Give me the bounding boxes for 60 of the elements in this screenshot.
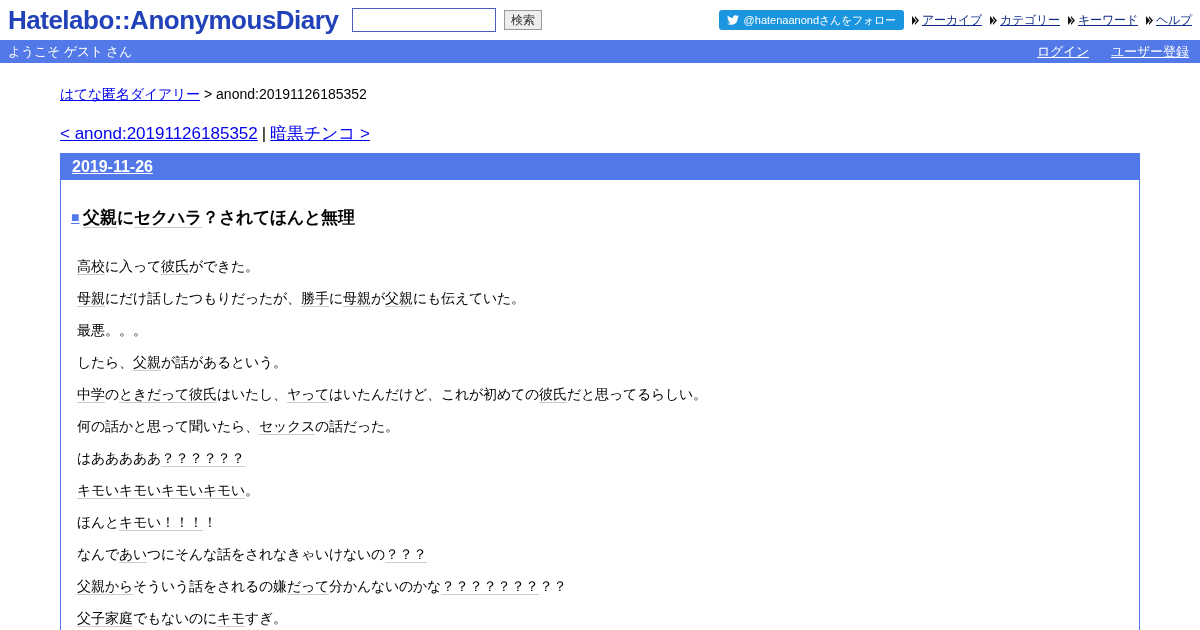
keyword-link[interactable]: 父親 — [385, 290, 413, 307]
keyword-link[interactable]: キモいキモいキモいキモい — [77, 482, 245, 499]
keyword-link[interactable]: 母親 — [77, 290, 105, 307]
arrow-icon — [1146, 15, 1153, 25]
diary-paragraph: はあああああ？？？？？？ — [77, 449, 246, 468]
keyword-link[interactable]: 彼氏 — [161, 258, 189, 275]
diary-paragraph: ほんと キモい！！！！ — [77, 513, 218, 532]
arrow-icon — [1068, 15, 1075, 25]
keyword-link[interactable]: 高校 — [77, 258, 105, 275]
nav-link[interactable]: ヘルプ — [1156, 11, 1192, 29]
date-link[interactable]: 2019-11-26 — [72, 154, 153, 179]
keyword-link[interactable]: キモい！！！ — [119, 514, 203, 531]
user-link[interactable]: ログイン — [1037, 41, 1089, 62]
arrow-icon — [912, 15, 919, 25]
diary-paragraph: 父親から そういう話をされるの嫌だって分かんないのかな？？？？？？？？？ — [77, 577, 568, 596]
site-logo[interactable]: Hatelabo::AnonymousDiary — [8, 0, 339, 40]
diary-paragraph: 高校に入って彼氏ができた。 — [77, 257, 260, 276]
keyword-link[interactable]: ？？？？？？ — [161, 450, 245, 467]
user-link[interactable]: ユーザー登録 — [1111, 41, 1189, 62]
keyword-link[interactable]: 父親 — [133, 354, 161, 371]
diary-paragraph: 最悪。。。 — [77, 321, 148, 340]
keyword-link[interactable]: 父親から — [77, 578, 133, 595]
search-field[interactable] — [352, 8, 497, 32]
keyword-link[interactable]: キモ — [217, 610, 245, 627]
keyword-link[interactable]: セクハラ — [134, 207, 203, 228]
nav-link[interactable]: キーワード — [1078, 11, 1138, 29]
keyword-link[interactable]: 母親 — [343, 290, 371, 307]
keyword-link[interactable]: ？？？ — [385, 546, 427, 563]
keyword-link[interactable]: 勝手 — [301, 290, 329, 307]
nav-link[interactable]: カテゴリー — [1000, 11, 1060, 29]
nav-link[interactable]: アーカイブ — [922, 11, 982, 29]
next-link[interactable]: 暗黒チンコ > — [270, 121, 370, 147]
arrow-icon — [990, 15, 997, 25]
keyword-link[interactable]: 中学 — [77, 386, 105, 403]
keyword-link[interactable]: ヤって — [287, 386, 329, 403]
keyword-link[interactable]: あい — [119, 546, 147, 563]
pager-separator: | — [261, 123, 267, 145]
diary-paragraph: 父子家庭でもないのにキモすぎ。 — [77, 609, 288, 628]
diary-paragraph: 何の話かと思って聞いたら、セックスの話だった。 — [77, 417, 400, 436]
search-button[interactable]: 検索 — [504, 10, 543, 30]
welcome-text: ようこそ ゲスト さん — [8, 42, 133, 61]
keyword-link[interactable]: 彼氏 — [189, 386, 217, 403]
prev-link[interactable]: < anond:20191126185352 — [60, 121, 258, 147]
entry-marker-link[interactable]: ■ — [71, 206, 80, 228]
keyword-link[interactable]: セックス — [259, 418, 315, 435]
keyword-link[interactable]: 彼氏 — [539, 386, 567, 403]
diary-paragraph: 母親にだけ話したつもりだったが、勝手に母親が父親にも伝えていた。 — [77, 289, 526, 308]
breadcrumb-link[interactable]: はてな匿名ダイアリー — [60, 84, 200, 105]
keyword-link[interactable]: 父子家庭 — [77, 610, 133, 627]
diary-paragraph: 中学のときだって彼氏はいたし、ヤって はいたんだけど、これが初めての彼氏だと思ってるらしい。 — [77, 385, 708, 404]
entry-title: ■ 父親にセクハラ？されてほんと無理 — [71, 205, 357, 230]
keyword-link[interactable]: ときだって — [119, 386, 189, 403]
diary-paragraph: したら、父親が話があるという。 — [77, 353, 288, 372]
keyword-link[interactable]: だって — [287, 578, 329, 595]
bird-icon — [726, 14, 739, 26]
diary-paragraph: キモいキモいキモいキモい。 — [77, 481, 260, 500]
keyword-link[interactable]: 父親 — [83, 207, 118, 228]
breadcrumb-current: > anond:20191126185352 — [204, 85, 367, 104]
diary-paragraph: なんであいつにそんな話をされなきゃいけないの？？？ — [77, 545, 428, 564]
keyword-link[interactable]: ？？？？？？？ — [441, 578, 539, 595]
